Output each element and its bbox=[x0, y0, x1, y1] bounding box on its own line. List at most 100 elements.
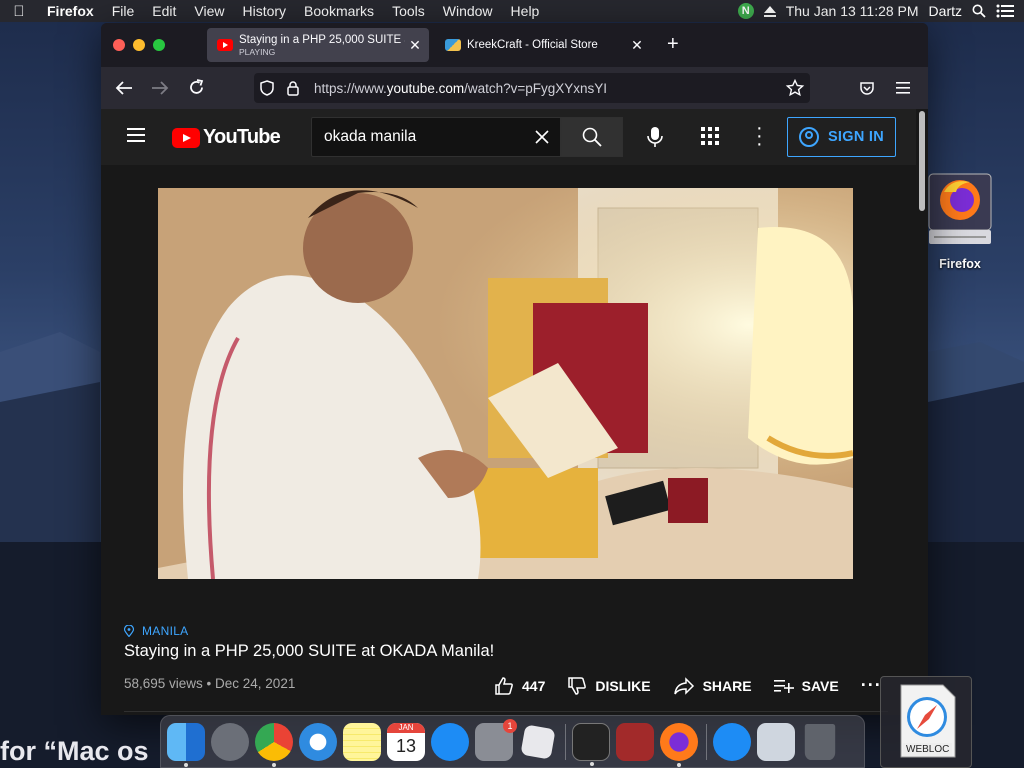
menu-bookmarks[interactable]: Bookmarks bbox=[295, 0, 383, 22]
dock-app-store-folder-icon[interactable] bbox=[713, 722, 751, 761]
youtube-header: YouTube okada manila · · · SIGN IN bbox=[101, 109, 916, 165]
thumbs-down-icon bbox=[568, 676, 587, 695]
forward-arrow-icon[interactable] bbox=[151, 80, 169, 96]
firefox-drive-icon bbox=[928, 173, 992, 244]
page-scrollbar[interactable] bbox=[916, 109, 928, 715]
dislike-label: DISLIKE bbox=[595, 677, 651, 694]
apple-menu-icon[interactable]:  bbox=[0, 3, 38, 20]
dock-notes-icon[interactable] bbox=[343, 722, 381, 761]
new-tab-icon[interactable]: + bbox=[667, 33, 679, 56]
lock-icon[interactable] bbox=[280, 80, 306, 96]
dock-app-store-icon[interactable] bbox=[431, 722, 469, 761]
video-player[interactable] bbox=[158, 188, 853, 579]
menu-tools[interactable]: Tools bbox=[383, 0, 434, 22]
tab-close-icon[interactable]: ✕ bbox=[627, 37, 647, 54]
webloc-file-icon[interactable]: WEBLOC bbox=[880, 676, 972, 768]
running-indicator bbox=[272, 762, 276, 767]
dock-roblox-icon[interactable] bbox=[520, 723, 556, 760]
menu-history[interactable]: History bbox=[233, 0, 295, 22]
macos-dock: JAN 13 1 bbox=[160, 715, 865, 768]
dock-trash-icon[interactable] bbox=[804, 723, 836, 760]
dock-terminal-icon[interactable] bbox=[572, 722, 610, 766]
firefox-window: Staying in a PHP 25,000 SUITE a PLAYING … bbox=[101, 23, 928, 715]
webloc-label: WEBLOC bbox=[903, 743, 953, 756]
tab-title: Staying in a PHP 25,000 SUITE a bbox=[239, 33, 405, 46]
guide-menu-icon[interactable] bbox=[127, 128, 145, 142]
url-text[interactable]: https://www.youtube.com/watch?v=pFygXYxn… bbox=[314, 81, 607, 96]
video-location[interactable]: MANILA bbox=[124, 624, 188, 638]
back-arrow-icon[interactable] bbox=[115, 80, 133, 96]
tab-kreekcraft[interactable]: KreekCraft - Official Store ✕ bbox=[435, 28, 651, 62]
dislike-button[interactable]: DISLIKE bbox=[567, 676, 651, 696]
eject-icon[interactable] bbox=[763, 5, 776, 17]
menu-edit[interactable]: Edit bbox=[143, 0, 185, 22]
tab-close-icon[interactable]: ✕ bbox=[405, 37, 425, 54]
youtube-favicon-icon bbox=[217, 39, 233, 51]
tab-title: KreekCraft - Official Store bbox=[467, 38, 598, 51]
tab-bar: Staying in a PHP 25,000 SUITE a PLAYING … bbox=[101, 23, 928, 67]
search-icon bbox=[582, 127, 602, 147]
video-title: Staying in a PHP 25,000 SUITE at OKADA M… bbox=[124, 642, 495, 660]
dock-calendar-icon[interactable]: JAN 13 bbox=[387, 722, 425, 761]
address-bar[interactable]: https://www.youtube.com/watch?v=pFygXYxn… bbox=[254, 73, 810, 103]
search-button[interactable] bbox=[561, 117, 623, 157]
youtube-apps-grid-icon[interactable] bbox=[701, 127, 719, 145]
desktop-firefox-drive[interactable]: Firefox bbox=[926, 170, 994, 271]
dock-firefox-icon[interactable] bbox=[660, 722, 698, 767]
like-button[interactable]: 447 bbox=[494, 676, 545, 696]
calendar-month: JAN bbox=[387, 722, 425, 733]
tracking-protection-shield-icon[interactable] bbox=[254, 80, 280, 96]
spotlight-search-icon[interactable] bbox=[972, 4, 986, 18]
video-meta: 58,695 views • Dec 24, 2021 bbox=[124, 676, 296, 691]
video-frame-image bbox=[158, 188, 853, 579]
app-menu-icon[interactable] bbox=[896, 82, 910, 94]
voice-search-button[interactable] bbox=[639, 121, 671, 153]
url-prefix: https://www. bbox=[314, 80, 387, 96]
clear-search-icon[interactable] bbox=[524, 129, 560, 145]
url-domain: youtube.com bbox=[386, 80, 465, 96]
location-label: MANILA bbox=[142, 624, 189, 638]
background-window-text: for “Mac os bbox=[0, 736, 149, 766]
dock-safari-icon[interactable] bbox=[299, 722, 337, 761]
location-pin-icon bbox=[124, 625, 134, 637]
menubar-user[interactable]: Dartz bbox=[929, 3, 962, 19]
pocket-icon[interactable] bbox=[859, 81, 875, 96]
dock-system-preferences-icon[interactable]: 1 bbox=[475, 718, 517, 761]
window-close-button[interactable] bbox=[113, 39, 125, 51]
status-n-icon[interactable]: N bbox=[737, 3, 754, 19]
window-minimize-button[interactable] bbox=[133, 39, 145, 51]
search-query-text: okada manila bbox=[324, 128, 417, 145]
share-button[interactable]: SHARE bbox=[673, 676, 752, 695]
menubar-clock[interactable]: Thu Jan 13 11:28 PM bbox=[786, 3, 919, 19]
url-path: /watch?v=pFygXYxnsYI bbox=[464, 80, 608, 96]
macos-menubar:  Firefox File Edit View History Bookmar… bbox=[0, 0, 1024, 22]
search-input[interactable]: okada manila bbox=[311, 117, 561, 157]
menu-help[interactable]: Help bbox=[502, 0, 549, 22]
menu-app-firefox[interactable]: Firefox bbox=[38, 0, 103, 22]
thumbs-up-icon bbox=[495, 676, 513, 695]
save-button[interactable]: SAVE bbox=[773, 678, 839, 694]
menu-window[interactable]: Window bbox=[434, 0, 502, 22]
settings-kebab-icon[interactable]: · · · bbox=[756, 118, 763, 154]
menu-file[interactable]: File bbox=[103, 0, 144, 22]
youtube-logo[interactable]: YouTube bbox=[172, 126, 281, 149]
bookmark-star-icon[interactable] bbox=[780, 79, 810, 97]
dock-downloads-stack-icon[interactable] bbox=[757, 722, 795, 761]
dock-photo-booth-icon[interactable] bbox=[616, 722, 654, 761]
scrollbar-thumb[interactable] bbox=[919, 111, 925, 211]
tab-youtube[interactable]: Staying in a PHP 25,000 SUITE a PLAYING … bbox=[207, 28, 429, 62]
microphone-icon bbox=[647, 127, 663, 147]
content-divider bbox=[124, 711, 888, 712]
dock-chrome-icon[interactable] bbox=[255, 722, 293, 767]
running-indicator bbox=[184, 762, 188, 767]
kreekcraft-favicon-icon bbox=[445, 39, 461, 51]
control-center-icon[interactable] bbox=[996, 4, 1014, 18]
dock-finder-icon[interactable] bbox=[167, 722, 205, 767]
reload-icon[interactable] bbox=[188, 79, 205, 96]
more-actions-icon[interactable]: ··· bbox=[861, 675, 882, 696]
dock-separator bbox=[565, 723, 566, 760]
sign-in-button[interactable]: SIGN IN bbox=[787, 117, 896, 157]
dock-launchpad-icon[interactable] bbox=[211, 722, 249, 761]
menu-view[interactable]: View bbox=[185, 0, 233, 22]
window-zoom-button[interactable] bbox=[153, 39, 165, 51]
